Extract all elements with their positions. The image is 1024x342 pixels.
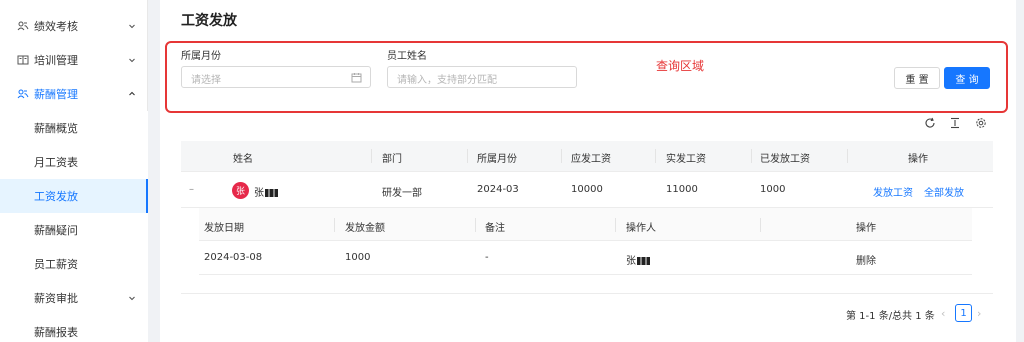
operator-name-text: 张 [626, 256, 636, 267]
sidebar-item-label: 薪酬报表 [34, 326, 78, 339]
column-header: 姓名 [233, 154, 253, 165]
department-cell: 研发一部 [382, 188, 422, 199]
column-divider [371, 149, 372, 163]
employee-name: 张 [254, 184, 278, 199]
pay-salary-link[interactable]: 发放工资 [873, 184, 913, 199]
column-header: 操作 [908, 154, 928, 165]
column-divider [334, 218, 335, 232]
column-header: 所属月份 [477, 154, 517, 165]
table-row: 2024-03-08 1000 - 张 删除 [199, 241, 972, 275]
paid-cell: 1000 [760, 184, 786, 195]
table-row: – 张 张 研发一部 2024-03 10000 11000 1000 发放工资… [181, 172, 993, 208]
column-divider [847, 149, 848, 163]
column-header: 部门 [382, 154, 402, 165]
sidebar-item-monthly-payroll[interactable]: 月工资表 [0, 145, 148, 179]
column-height-icon[interactable] [949, 117, 961, 129]
delete-link[interactable]: 删除 [856, 252, 876, 267]
sidebar-item-training[interactable]: 培训管理 [0, 43, 148, 77]
next-page-button[interactable]: › [977, 307, 981, 320]
sidebar-item-label: 薪资审批 [34, 292, 78, 305]
name-input[interactable]: 请输入，支持部分匹配 [387, 66, 577, 88]
column-divider [655, 149, 656, 163]
people-icon [17, 20, 29, 32]
pay-all-link[interactable]: 全部发放 [924, 184, 964, 199]
month-placeholder: 请选择 [191, 75, 221, 86]
column-header: 已发放工资 [760, 154, 810, 165]
chevron-down-icon [128, 56, 136, 64]
refresh-icon[interactable] [924, 117, 936, 129]
sidebar-item-label: 培训管理 [34, 54, 78, 67]
sidebar-item-salary[interactable]: 薪酬管理 [0, 77, 148, 111]
sidebar-item-salary-report[interactable]: 薪酬报表 [0, 315, 148, 342]
sidebar-item-label: 薪酬疑问 [34, 224, 78, 237]
column-divider [615, 218, 616, 232]
redaction-mark [265, 189, 278, 197]
sidebar-item-label: 员工薪资 [34, 258, 78, 271]
redaction-mark [637, 257, 650, 265]
sidebar: 绩效考核 培训管理 薪酬管理 薪酬概览 月工资表 工资发放 薪酬疑问 员工薪资 [0, 0, 148, 342]
calendar-icon [351, 72, 362, 83]
actual-cell: 11000 [666, 184, 698, 195]
subtable-header: 发放日期 发放金额 备注 操作人 操作 [199, 208, 972, 241]
sidebar-item-performance[interactable]: 绩效考核 [0, 9, 148, 43]
column-divider [760, 218, 761, 232]
column-header: 操作 [856, 223, 876, 234]
column-header: 实发工资 [666, 154, 706, 165]
remark-cell: - [485, 252, 489, 263]
table-header: 姓名 部门 所属月份 应发工资 实发工资 已发放工资 操作 [181, 141, 993, 172]
name-placeholder: 请输入，支持部分匹配 [397, 75, 497, 86]
column-divider [751, 149, 752, 163]
sidebar-item-salary-approval[interactable]: 薪资审批 [0, 281, 148, 315]
month-picker[interactable]: 请选择 [181, 66, 371, 88]
month-cell: 2024-03 [477, 184, 519, 195]
sidebar-item-label: 月工资表 [34, 156, 78, 169]
chevron-up-icon [128, 90, 136, 98]
sidebar-item-salary-questions[interactable]: 薪酬疑问 [0, 213, 148, 247]
gear-icon[interactable] [975, 117, 987, 129]
column-divider [475, 218, 476, 232]
query-button[interactable]: 查 询 [944, 67, 990, 89]
month-label: 所属月份 [181, 51, 221, 62]
column-header: 发放日期 [204, 223, 244, 234]
column-divider [561, 149, 562, 163]
book-icon [17, 54, 29, 66]
pagination-summary: 第 1-1 条/总共 1 条 [846, 311, 935, 322]
column-header: 发放金额 [345, 223, 385, 234]
reset-button[interactable]: 重 置 [894, 67, 940, 89]
people-icon [17, 88, 29, 100]
column-header: 操作人 [626, 223, 656, 234]
name-label: 员工姓名 [387, 51, 427, 62]
column-header: 备注 [485, 223, 505, 234]
collapse-row-toggle[interactable]: – [189, 184, 194, 195]
pay-amount-cell: 1000 [345, 252, 371, 263]
page-number-button[interactable]: 1 [955, 304, 972, 322]
sidebar-item-label: 工资发放 [34, 190, 78, 203]
sidebar-item-salary-payment[interactable]: 工资发放 [0, 179, 148, 213]
query-area-annotation: 查询区域 [656, 59, 705, 73]
page-title: 工资发放 [181, 13, 237, 29]
sidebar-item-label: 薪酬管理 [34, 88, 78, 101]
sidebar-item-employee-salary[interactable]: 员工薪资 [0, 247, 148, 281]
chevron-down-icon [128, 22, 136, 30]
payable-cell: 10000 [571, 184, 603, 195]
chevron-down-icon [128, 294, 136, 302]
table-divider [181, 293, 993, 294]
column-divider [467, 149, 468, 163]
sidebar-item-label: 绩效考核 [34, 20, 78, 33]
sidebar-item-salary-overview[interactable]: 薪酬概览 [0, 111, 148, 145]
main-panel: 工资发放 所属月份 请选择 员工姓名 请输入，支持部分匹配 查询区域 重 置 查… [160, 0, 1016, 342]
pay-date-cell: 2024-03-08 [204, 252, 263, 263]
prev-page-button[interactable]: ‹ [941, 307, 945, 320]
operator-cell: 张 [626, 252, 650, 267]
avatar: 张 [232, 182, 249, 199]
employee-name-text: 张 [254, 188, 264, 199]
column-header: 应发工资 [571, 154, 611, 165]
sidebar-item-label: 薪酬概览 [34, 122, 78, 135]
